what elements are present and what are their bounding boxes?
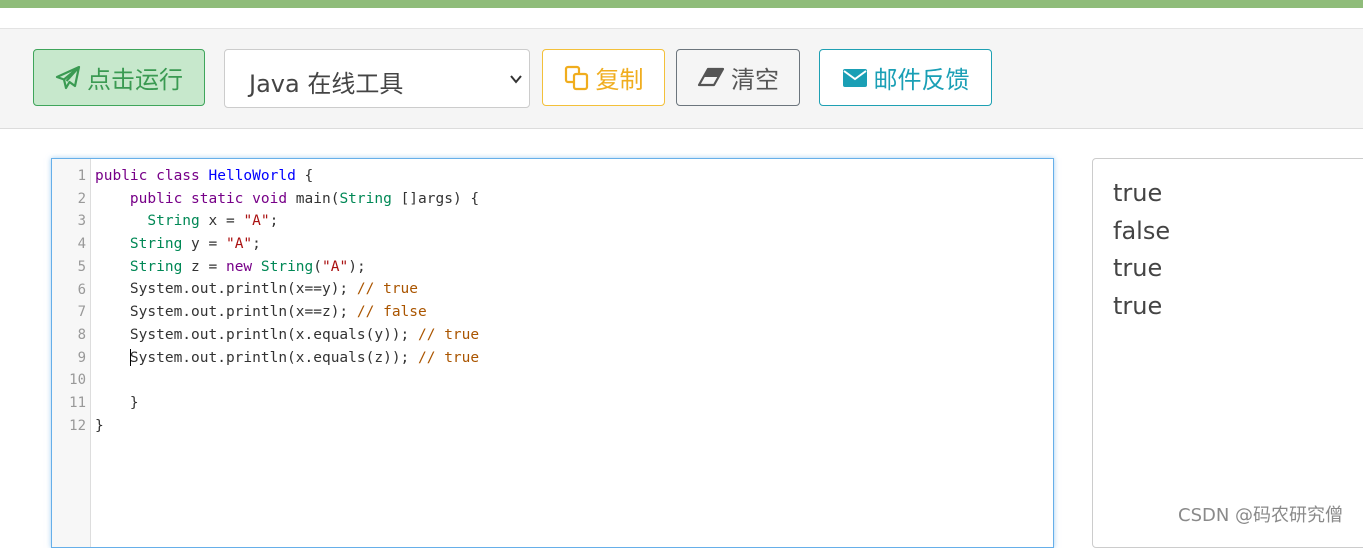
output-line: true [1113,291,1163,320]
code-token: ; [269,213,279,230]
code-line: String x = "A"; [95,210,479,233]
code-line: } [95,392,479,415]
code-token: String [260,258,314,275]
code-token: []args) { [391,190,480,207]
code-token: ; [252,236,261,253]
code-token: // false [356,304,427,321]
code-line: } [95,415,479,438]
code-token: public class [95,168,209,184]
chevron-down-icon [510,75,522,84]
mail-feedback-button[interactable]: 邮件反馈 [819,49,992,106]
output-line: false [1113,216,1171,245]
eraser-icon [697,67,725,86]
language-select[interactable]: Java 在线工具 [224,49,530,108]
line-number: 2 [77,190,86,207]
code-line: System.out.println(x.equals(y)); // true [95,324,479,347]
code-token: main( [295,190,340,207]
code-token: } [95,417,104,434]
line-number: 9 [77,349,86,366]
mail-feedback-button-label: 邮件反馈 [873,66,970,94]
code-token: public static void [129,190,296,207]
code-line: System.out.println(x==y); // true [95,278,479,301]
language-select-value: Java 在线工具 [249,70,404,98]
code-token: } [95,394,139,411]
line-number: 3 [77,213,86,230]
envelope-icon [842,68,867,87]
clear-button[interactable]: 清空 [676,49,800,106]
line-number: 5 [77,258,86,275]
output-panel: true false true true [1092,158,1363,548]
toolbar: 点击运行 Java 在线工具 复制 清空 邮件反馈 [0,28,1363,129]
code-line: String z = new String("A"); [95,256,479,279]
code-token: // true [356,281,419,298]
line-number: 4 [77,236,86,253]
paper-plane-icon [55,65,81,89]
copy-button-label: 复制 [595,66,644,94]
code-token: "A" [225,236,253,253]
code-line: public static void main(String []args) { [95,188,479,211]
code-token: String [129,258,183,275]
code-line: public class HelloWorld { [95,165,479,188]
code-token: String [147,213,200,230]
code-line: System.out.println(x.equals(z)); // true [95,347,479,370]
code-token: ); [348,258,366,275]
line-number: 12 [69,417,86,434]
watermark: CSDN @码农研究僧 [1178,505,1344,526]
code-line: String y = "A"; [95,233,479,256]
code-token: ( [313,258,323,275]
top-accent-bar [0,0,1363,8]
code-token: System.out.println(x.equals(y)); [95,326,419,343]
code-token: // true [418,326,480,343]
code-token: System.out.println(x==z); [95,304,357,321]
code-token: String [129,236,183,253]
code-line: System.out.println(x==z); // false [95,301,479,324]
code-token: "A" [243,213,270,230]
line-number: 1 [77,168,86,184]
line-number: 6 [77,281,86,298]
code-token: HelloWorld [208,168,296,184]
line-number: 11 [69,395,86,411]
clear-button-label: 清空 [731,66,779,94]
output-line: true [1113,254,1163,282]
run-button[interactable]: 点击运行 [33,49,205,106]
code-token: y = [182,236,226,253]
code-token: String [339,190,392,207]
copy-icon [564,65,588,90]
code-token: new [225,258,261,275]
line-number: 7 [77,304,86,321]
code-token: { [295,168,314,184]
line-number: 8 [77,326,86,343]
code-token: z = [182,258,226,275]
code-token: // true [418,349,480,366]
code-token: x = [199,213,244,230]
code-token: System.out.println(x==y); [95,281,357,298]
output-line: true [1113,179,1163,207]
line-number: 10 [69,372,86,389]
code-area[interactable]: public class HelloWorld { public static … [95,165,479,437]
code-editor[interactable]: 1 2 3 4 5 6 7 8 9 10 11 12 public class HelloWorld … [51,158,1054,548]
code-token: "A" [322,258,349,275]
copy-button[interactable]: 复制 [542,49,665,106]
run-button-label: 点击运行 [87,66,183,94]
code-token: System.out.println(x.equals(z)); [129,349,419,366]
line-number-gutter: 1 2 3 4 5 6 7 8 9 10 11 12 [52,159,91,547]
